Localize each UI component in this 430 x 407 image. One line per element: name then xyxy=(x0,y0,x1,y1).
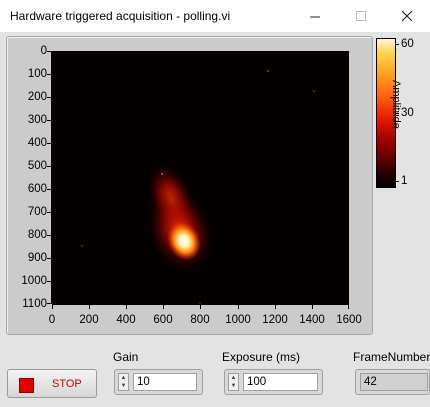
y-tick-label: 500 xyxy=(27,160,47,172)
increment-arrow-icon[interactable]: ▲ xyxy=(119,374,128,382)
y-tick-mark xyxy=(47,143,52,144)
y-tick-label: 100 xyxy=(27,68,47,80)
x-tick-mark xyxy=(126,304,127,309)
stop-button-label: STOP xyxy=(52,378,82,390)
x-tick-label: 1000 xyxy=(225,314,251,326)
y-tick-mark xyxy=(47,97,52,98)
exposure-control: ▲ ▼ 100 xyxy=(224,369,323,395)
color-scale-title: Amplitude xyxy=(390,80,402,129)
y-tick-label: 900 xyxy=(27,252,47,264)
x-tick-mark xyxy=(200,304,201,309)
frame-number-value: 42 xyxy=(360,373,428,391)
y-tick-mark xyxy=(47,51,52,52)
minimize-button[interactable] xyxy=(292,0,338,32)
exposure-label: Exposure (ms) xyxy=(222,350,301,364)
y-tick-label: 700 xyxy=(27,206,47,218)
x-tick-label: 1200 xyxy=(262,314,288,326)
x-tick-label: 600 xyxy=(153,314,173,326)
scale-tick-mark xyxy=(395,44,399,45)
x-tick-mark xyxy=(52,304,53,309)
x-tick-mark xyxy=(163,304,164,309)
y-tick-label: 600 xyxy=(27,183,47,195)
y-tick-mark xyxy=(47,189,52,190)
exposure-spinner[interactable]: ▲ ▼ xyxy=(228,373,239,391)
y-tick-label: 1000 xyxy=(21,275,47,287)
x-tick-label: 1600 xyxy=(336,314,362,326)
y-tick-label: 400 xyxy=(27,137,47,149)
intensity-plot-area[interactable] xyxy=(52,51,349,304)
decrement-arrow-icon[interactable]: ▼ xyxy=(229,382,238,390)
y-tick-label: 800 xyxy=(27,229,47,241)
gain-spinner[interactable]: ▲ ▼ xyxy=(118,373,129,391)
frame-number-label: FrameNumber xyxy=(353,350,430,364)
gain-input[interactable]: 10 xyxy=(133,373,197,391)
frame-number-indicator: 42 xyxy=(355,369,430,395)
stop-square-icon xyxy=(19,378,34,393)
y-tick-label: 1100 xyxy=(22,298,47,310)
y-tick-mark xyxy=(47,212,52,213)
y-tick-mark xyxy=(47,235,52,236)
close-icon xyxy=(401,10,412,21)
hot-pixel xyxy=(81,245,83,247)
scale-tick-label: 30 xyxy=(401,107,414,119)
y-tick-mark xyxy=(47,74,52,75)
hot-pixel xyxy=(313,90,315,92)
gain-control: ▲ ▼ 10 xyxy=(114,369,203,395)
x-tick-label: 400 xyxy=(116,314,136,326)
y-tick-mark xyxy=(47,166,52,167)
y-axis-line xyxy=(51,51,52,304)
x-tick-label: 0 xyxy=(48,314,56,326)
y-tick-mark xyxy=(47,258,52,259)
y-tick-label: 300 xyxy=(27,114,47,126)
maximize-button[interactable] xyxy=(338,0,384,32)
increment-arrow-icon[interactable]: ▲ xyxy=(229,374,238,382)
minimize-icon xyxy=(309,16,320,17)
y-tick-label: 200 xyxy=(27,91,47,103)
hot-pixel xyxy=(267,70,269,72)
decrement-arrow-icon[interactable]: ▼ xyxy=(119,382,128,390)
scale-tick-label: 60 xyxy=(401,38,414,50)
x-tick-label: 800 xyxy=(190,314,210,326)
exposure-input[interactable]: 100 xyxy=(243,373,318,391)
y-tick-mark xyxy=(47,120,52,121)
x-tick-mark xyxy=(238,304,239,309)
intensity-image xyxy=(81,70,315,304)
title-bar: Hardware triggered acquisition - polling… xyxy=(0,0,430,32)
maximize-icon xyxy=(355,10,366,21)
scale-tick-mark xyxy=(395,181,399,182)
x-tick-mark xyxy=(275,304,276,309)
x-tick-mark xyxy=(348,304,349,309)
x-tick-label: 200 xyxy=(79,314,99,326)
x-tick-mark xyxy=(312,304,313,309)
x-tick-label: 1400 xyxy=(299,314,325,326)
x-tick-mark xyxy=(89,304,90,309)
hot-pixel xyxy=(161,173,163,175)
gain-label: Gain xyxy=(113,350,139,364)
stop-button[interactable]: STOP xyxy=(7,369,97,398)
scale-tick-label: 1 xyxy=(401,175,408,187)
close-button[interactable] xyxy=(384,0,430,32)
y-tick-mark xyxy=(47,281,52,282)
window-title: Hardware triggered acquisition - polling… xyxy=(10,9,231,23)
